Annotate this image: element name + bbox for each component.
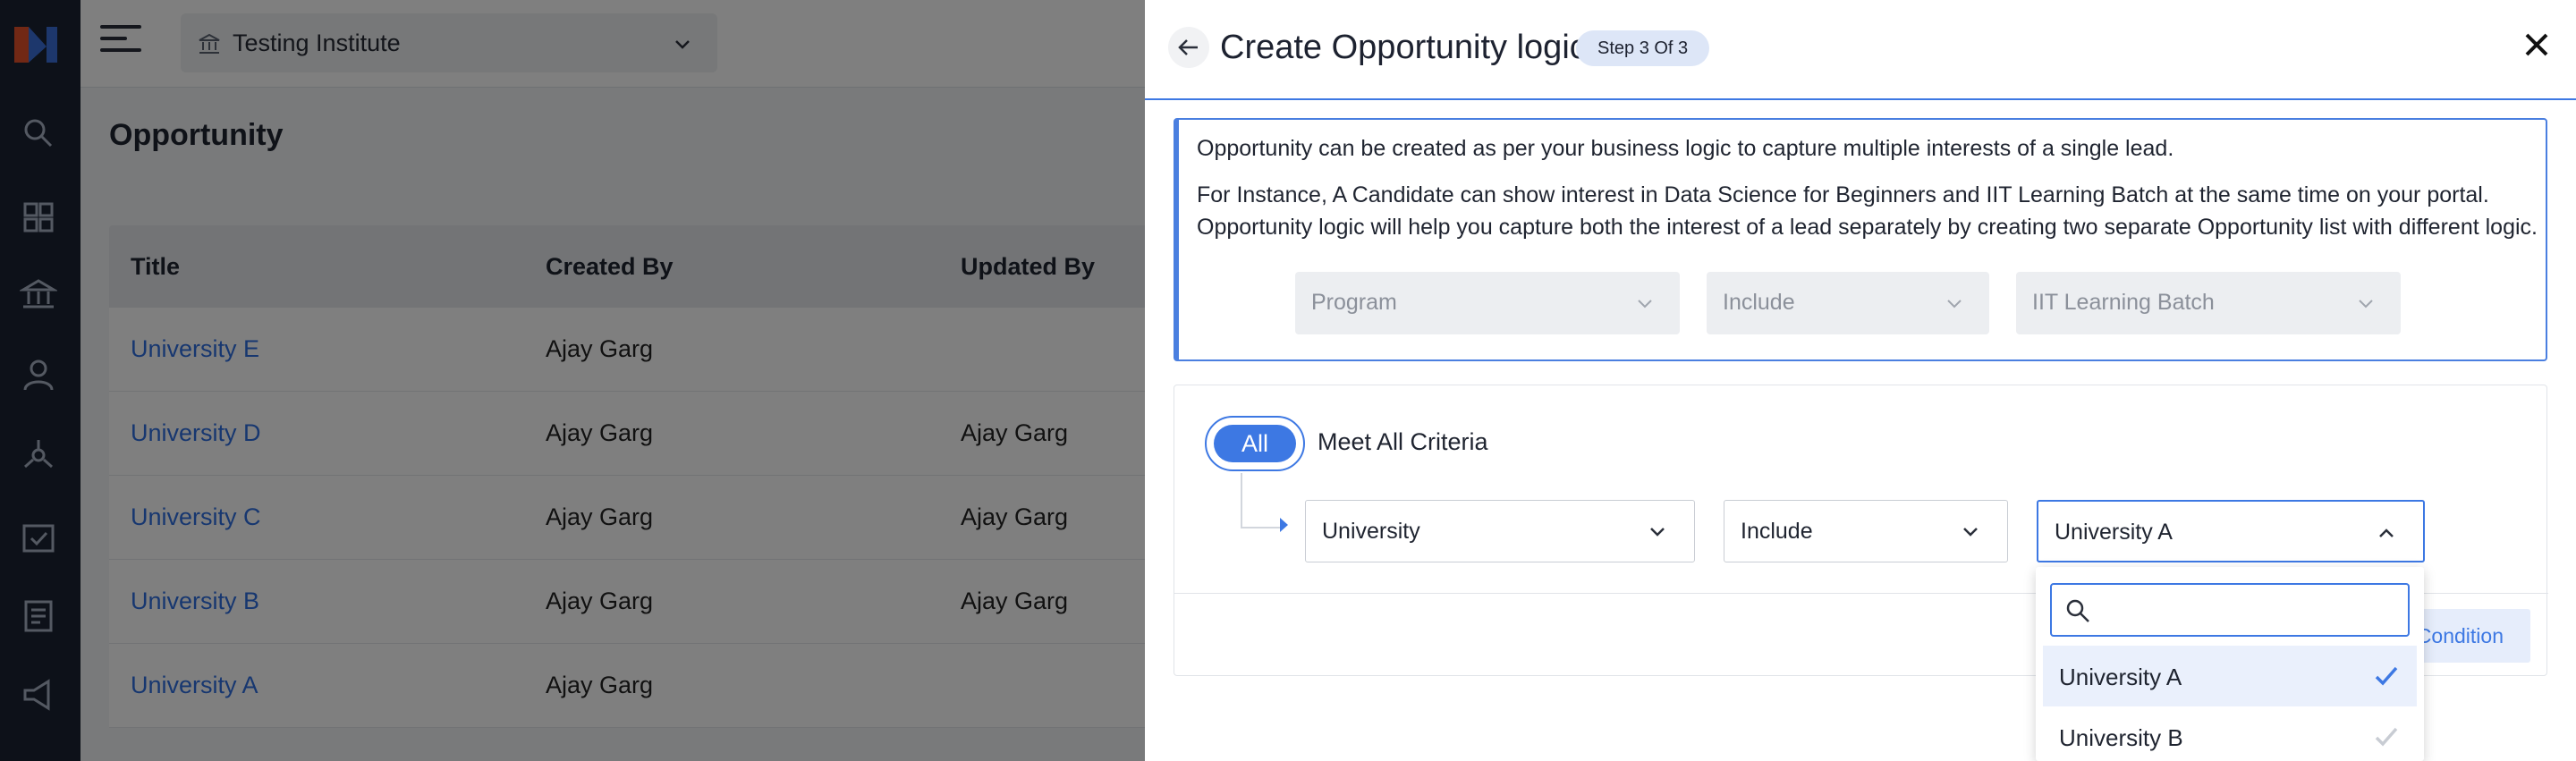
- meet-criteria-label: Meet All Criteria: [1318, 428, 1488, 455]
- example-value-label: IIT Learning Batch: [2032, 290, 2215, 315]
- example-value-select: IIT Learning Batch: [2016, 272, 2401, 334]
- example-field-label: Program: [1311, 290, 1397, 315]
- step-badge: Step 3 Of 3: [1576, 30, 1710, 66]
- arrow-left-icon: [1178, 39, 1198, 55]
- value-select[interactable]: University A: [2037, 500, 2425, 562]
- chevron-down-icon: [2359, 300, 2373, 309]
- field-select-value: University: [1322, 519, 1420, 544]
- all-toggle[interactable]: All: [1205, 416, 1305, 471]
- checkmark-icon: [2375, 727, 2398, 747]
- value-dropdown-panel: University A University B: [2036, 567, 2424, 761]
- chevron-down-icon: [1638, 300, 1652, 309]
- dropdown-search-input[interactable]: [2050, 583, 2410, 637]
- search-icon: [2066, 599, 2089, 622]
- all-button[interactable]: All: [1214, 425, 1296, 462]
- example-operator-label: Include: [1723, 290, 1795, 315]
- tree-connector: [1241, 473, 1242, 528]
- dropdown-option[interactable]: University B: [2043, 706, 2417, 761]
- operator-select[interactable]: Include: [1724, 500, 2008, 562]
- checkmark-icon: [2375, 666, 2398, 686]
- value-select-value: University A: [2055, 520, 2173, 545]
- chevron-down-icon: [1947, 300, 1962, 309]
- example-operator-select: Include: [1707, 272, 1989, 334]
- chevron-up-icon: [2379, 528, 2394, 537]
- info-panel: Opportunity can be created as per your b…: [1174, 118, 2547, 361]
- close-icon[interactable]: [2521, 29, 2553, 61]
- info-line-3: Opportunity logic will help you capture …: [1197, 215, 2538, 240]
- option-label: University A: [2059, 664, 2182, 690]
- back-button[interactable]: [1168, 27, 1209, 68]
- chevron-down-icon: [1963, 528, 1978, 537]
- tree-connector: [1241, 527, 1280, 528]
- caret-right-icon[interactable]: [1280, 518, 1288, 532]
- option-label: University B: [2059, 724, 2183, 751]
- info-line-2: For Instance, A Candidate can show inter…: [1197, 182, 2489, 207]
- dropdown-option[interactable]: University A: [2043, 646, 2417, 706]
- info-line-1: Opportunity can be created as per your b…: [1197, 136, 2174, 161]
- drawer-title: Create Opportunity logic: [1220, 29, 1587, 66]
- operator-select-value: Include: [1741, 519, 1813, 544]
- drawer-header: Create Opportunity logic Step 3 Of 3: [1145, 0, 2576, 100]
- chevron-down-icon: [1650, 528, 1665, 537]
- example-field-select: Program: [1295, 272, 1680, 334]
- field-select[interactable]: University: [1305, 500, 1695, 562]
